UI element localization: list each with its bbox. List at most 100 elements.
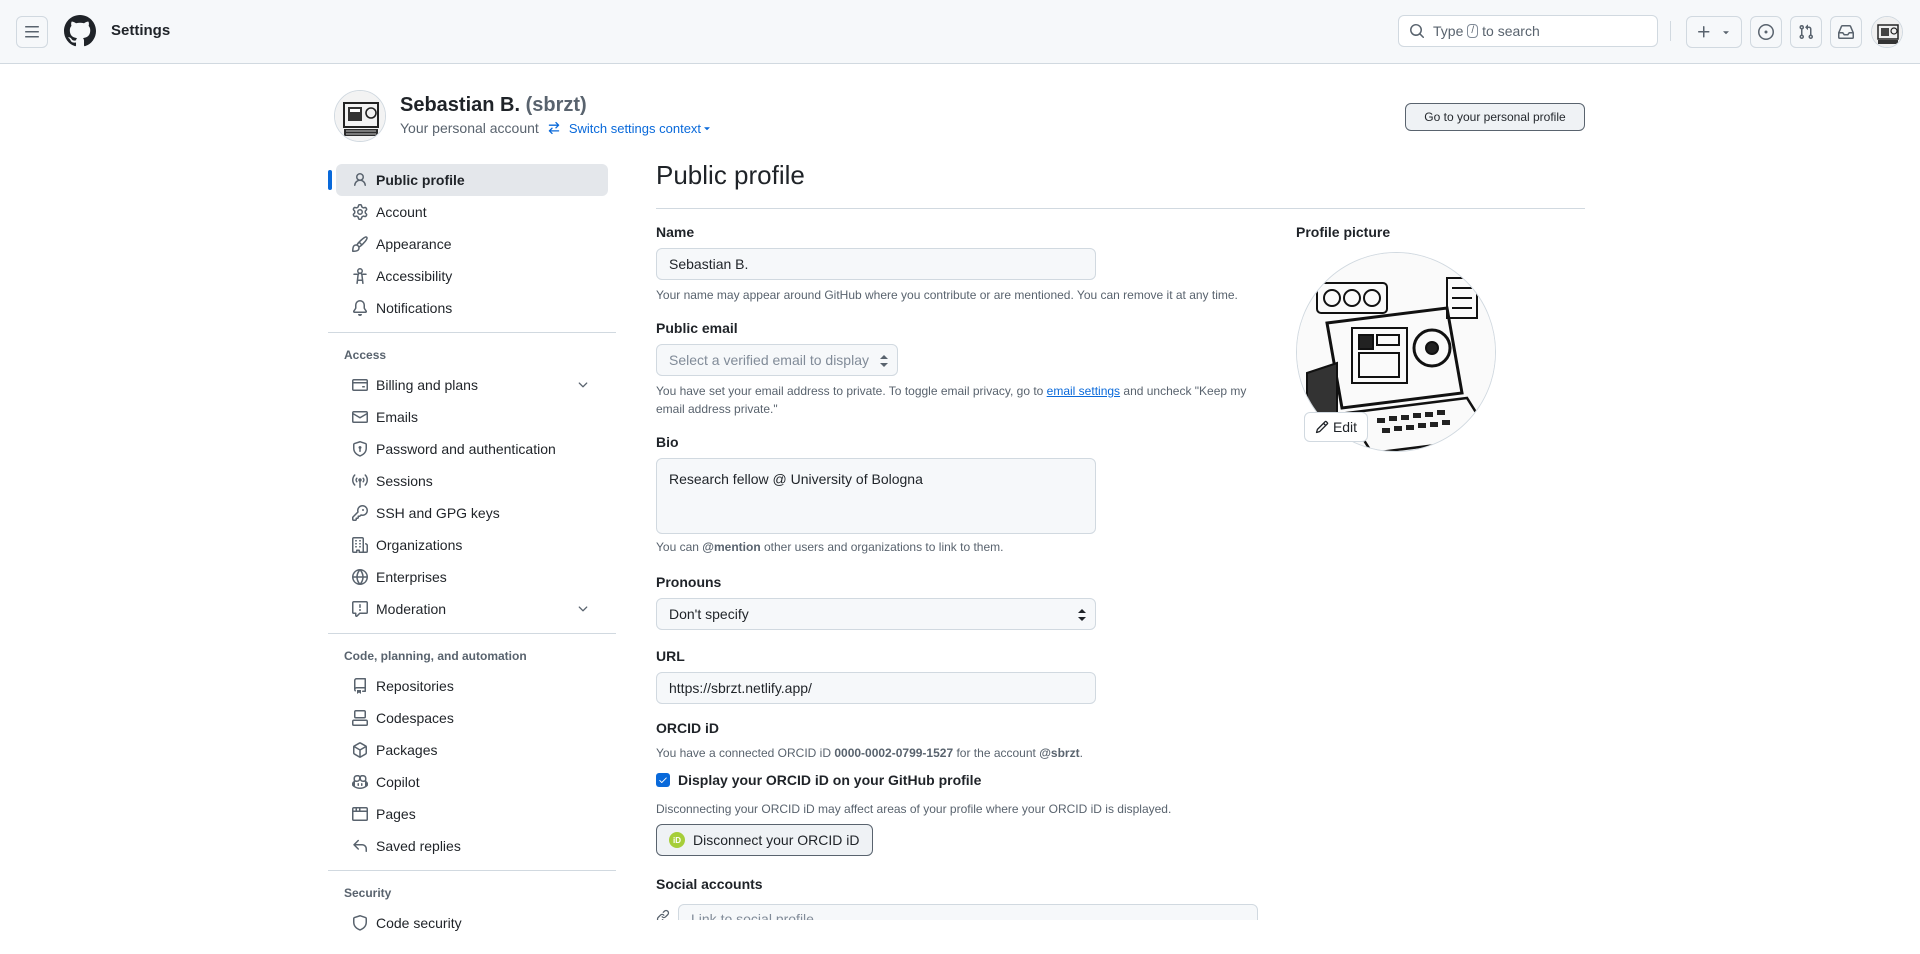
github-logo-icon[interactable] (64, 15, 96, 47)
social-account-input[interactable]: Link to social profile (678, 904, 1258, 920)
sidebar-item-packages[interactable]: Packages (336, 734, 608, 766)
sidebar-item-label: Saved replies (376, 838, 461, 854)
sidebar-item-emails[interactable]: Emails (336, 401, 608, 433)
shield-lock-icon (353, 441, 367, 457)
report-icon (352, 601, 368, 617)
name-label: Name (656, 224, 695, 240)
app-header: Settings Type / to search (0, 0, 1920, 64)
header-divider (1670, 21, 1671, 41)
social-account-row: Link to social profile (656, 900, 1260, 920)
bio-textarea[interactable]: Research fellow @ University of Bologna (656, 458, 1096, 534)
sidebar-item-saved-replies[interactable]: Saved replies (336, 830, 608, 862)
account-display-name: Sebastian B. (400, 94, 521, 116)
sidebar-item-billing[interactable]: Billing and plans (336, 369, 608, 401)
sidebar-item-public-profile[interactable]: Public profile (328, 164, 608, 196)
person-icon (354, 173, 366, 187)
sidebar-item-ssh-gpg[interactable]: SSH and GPG keys (336, 497, 608, 529)
hamburger-icon (25, 26, 39, 38)
orcid-display-checkbox[interactable] (656, 773, 670, 787)
arrow-switch-icon (548, 121, 560, 135)
create-new-button[interactable] (1686, 16, 1742, 48)
profile-picture-label: Profile picture (1296, 224, 1391, 240)
orcid-hint-mid: for the account (956, 746, 1036, 760)
inbox-button[interactable] (1830, 16, 1862, 48)
orcid-display-label[interactable]: Display your ORCID iD on your GitHub pro… (678, 772, 981, 788)
browser-icon (352, 807, 368, 821)
account-name: Sebastian B. (sbrzt) (400, 94, 587, 117)
sidebar-item-password[interactable]: Password and authentication (336, 433, 608, 465)
sidebar-heading-access: Access (344, 348, 387, 362)
public-email-select[interactable]: Select a verified email to display (656, 344, 898, 376)
sidebar-item-label: Emails (376, 409, 419, 425)
go-to-profile-button[interactable]: Go to your personal profile (1405, 103, 1585, 131)
sidebar-item-copilot[interactable]: Copilot (336, 766, 608, 798)
sidebar-item-organizations[interactable]: Organizations (336, 529, 608, 561)
email-settings-link[interactable]: email settings (1047, 384, 1120, 398)
triangle-down-icon (1723, 31, 1729, 35)
orcid-account: @sbrzt (1039, 746, 1080, 760)
edit-picture-button[interactable]: Edit (1304, 412, 1368, 442)
sidebar-divider (328, 633, 616, 634)
sidebar-divider (328, 870, 616, 871)
orcid-display-row: Display your ORCID iD on your GitHub pro… (656, 772, 1260, 788)
sidebar-item-label: Organizations (376, 537, 463, 553)
name-field[interactable]: Sebastian B. (656, 248, 1096, 280)
check-icon (659, 777, 667, 783)
pronouns-label: Pronouns (656, 574, 722, 590)
repo-icon (354, 678, 366, 694)
public-email-hint: You have set your email address to priva… (656, 382, 1260, 418)
bio-hint: You can @mention other users and organiz… (656, 538, 1260, 556)
sidebar-item-accessibility[interactable]: Accessibility (336, 260, 608, 292)
broadcast-icon (352, 474, 368, 488)
git-pull-request-icon (1799, 24, 1814, 40)
sidebar-item-sessions[interactable]: Sessions (336, 465, 608, 497)
inbox-icon (1838, 25, 1854, 39)
pronouns-select[interactable]: Don't specify (656, 598, 1096, 630)
search-input[interactable]: Type / to search (1398, 15, 1658, 47)
switch-context-button[interactable]: Switch settings context (547, 121, 713, 136)
sidebar-item-label: Moderation (376, 601, 447, 617)
main-content: Public profile Name Sebastian B. Your na… (656, 160, 1585, 920)
sidebar-item-label: Public profile (376, 172, 465, 188)
search-prefix: Type (1433, 23, 1464, 39)
codespaces-icon (352, 710, 368, 726)
sidebar-item-label: Enterprises (376, 569, 447, 585)
url-field[interactable]: https://sbrzt.netlify.app/ (656, 672, 1096, 704)
sidebar-item-codespaces[interactable]: Codespaces (336, 702, 608, 734)
sidebar-heading-code: Code, planning, and automation (344, 649, 527, 663)
pull-requests-button[interactable] (1790, 16, 1822, 48)
link-icon (656, 909, 670, 920)
sidebar-item-account[interactable]: Account (336, 196, 608, 228)
shield-icon (353, 915, 367, 931)
disconnect-orcid-button[interactable]: iD Disconnect your ORCID iD (656, 824, 873, 856)
sidebar-item-label: Copilot (376, 774, 420, 790)
account-subtitle-row: Your personal account Switch settings co… (400, 120, 713, 136)
email-hint-pre: You have set your email address to priva… (656, 384, 1044, 398)
sidebar-item-code-security[interactable]: Code security (336, 907, 608, 939)
context-title[interactable]: Settings (111, 22, 170, 39)
package-icon (353, 742, 367, 758)
triangle-down-icon (704, 127, 710, 131)
search-icon (1410, 24, 1425, 39)
chevron-down-icon (578, 606, 588, 612)
orcid-logo-icon: iD (669, 832, 685, 848)
sidebar-item-label: Billing and plans (376, 377, 478, 393)
orcid-id-value: 0000-0002-0799-1527 (834, 746, 954, 760)
gear-icon (352, 204, 368, 220)
sidebar-item-appearance[interactable]: Appearance (336, 228, 608, 260)
sidebar-item-repositories[interactable]: Repositories (336, 670, 608, 702)
chevron-down-icon (578, 382, 588, 388)
issues-button[interactable] (1750, 16, 1782, 48)
user-avatar-button[interactable] (1871, 16, 1903, 48)
sidebar-item-label: Packages (376, 742, 438, 758)
bio-hint-pre: You can (656, 540, 699, 554)
sidebar-item-moderation[interactable]: Moderation (336, 593, 608, 625)
sidebar-item-notifications[interactable]: Notifications (336, 292, 608, 324)
sidebar-item-enterprises[interactable]: Enterprises (336, 561, 608, 593)
organization-icon (352, 537, 368, 553)
account-avatar (334, 90, 386, 142)
menu-button[interactable] (16, 16, 48, 48)
sidebar-item-label: SSH and GPG keys (376, 505, 500, 521)
key-icon (352, 505, 368, 521)
sidebar-item-pages[interactable]: Pages (336, 798, 608, 830)
